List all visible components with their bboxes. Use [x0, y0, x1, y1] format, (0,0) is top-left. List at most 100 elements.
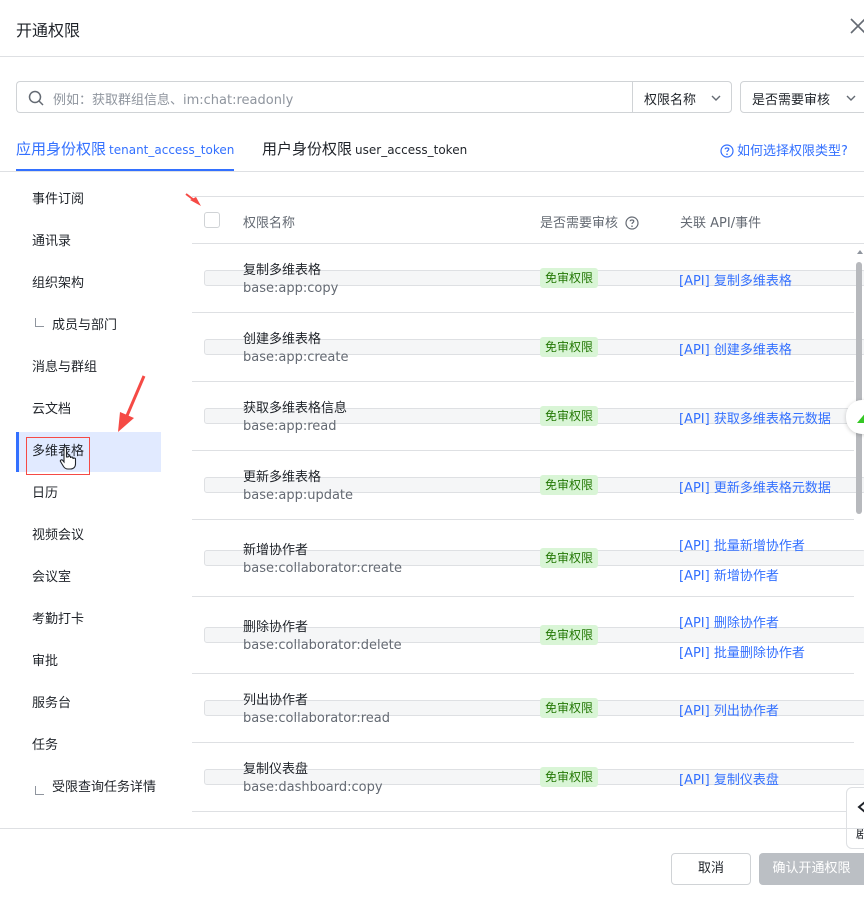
api-link[interactable]: [API] 更新多维表格元数据 — [679, 477, 831, 496]
cancel-button[interactable]: 取消 — [671, 853, 751, 885]
sidebar-item-label: 日历 — [32, 486, 59, 501]
api-link[interactable]: [API] 获取多维表格元数据 — [679, 408, 831, 427]
sidebar-item-contacts[interactable]: 通讯录 — [16, 222, 161, 262]
table-row: 新增协作者 base:collaborator:create 免审权限 [API… — [192, 520, 864, 597]
api-link[interactable]: [API] 复制仪表盘 — [679, 769, 779, 788]
sidebar-item-events[interactable]: 事件订阅 — [16, 180, 161, 220]
permission-name: 获取多维表格信息 — [243, 401, 348, 416]
permission-name: 删除协作者 — [243, 620, 309, 635]
help-link[interactable]: 如何选择权限类型? — [720, 140, 848, 159]
dialog-title: 开通权限 — [16, 21, 81, 40]
sidebar-item-meeting-room[interactable]: 会议室 — [16, 558, 161, 598]
permission-code: base:app:create — [243, 350, 349, 365]
permission-name: 复制多维表格 — [243, 263, 322, 278]
table-row: 复制仪表盘 base:dashboard:copy 免审权限 [API] 复制仪… — [192, 743, 864, 812]
sidebar-item-label: 组织架构 — [32, 276, 85, 291]
tree-branch-icon — [35, 786, 44, 795]
api-link[interactable]: [API] 新增协作者 — [679, 565, 779, 584]
permission-name: 创建多维表格 — [243, 332, 322, 347]
permission-code: base:app:copy — [243, 281, 339, 296]
close-icon[interactable] — [848, 16, 864, 36]
mouse-pointer-icon — [59, 446, 77, 470]
status-badge: 免审权限 — [540, 406, 599, 426]
sidebar-item-calendar[interactable]: 日历 — [16, 474, 161, 514]
status-badge: 免审权限 — [540, 475, 599, 495]
sidebar-item-task-details[interactable]: 受限查询任务详情 — [16, 774, 161, 820]
question-icon[interactable] — [625, 216, 639, 230]
status-badge: 免审权限 — [540, 337, 599, 357]
sidebar-item-members[interactable]: 成员与部门 — [16, 306, 161, 346]
sidebar-item-label: 会议室 — [32, 570, 72, 585]
table-row: 创建多维表格 base:app:create 免审权限 [API] 创建多维表格 — [192, 313, 864, 382]
sidebar-item-docs[interactable]: 云文档 — [16, 390, 161, 430]
filter-permission-name[interactable]: 权限名称 — [632, 81, 732, 113]
api-link[interactable]: [API] 创建多维表格 — [679, 339, 792, 358]
permission-name: 复制仪表盘 — [243, 762, 309, 777]
chevron-down-icon — [711, 95, 721, 101]
permission-code: base:dashboard:copy — [243, 780, 383, 795]
permission-code: base:app:read — [243, 419, 337, 434]
table-header: 权限名称 是否需要审核 关联 API/事件 — [192, 196, 864, 244]
category-sidebar: 事件订阅 通讯录 组织架构 成员与部门 消息与群组 云文档 多维表格 日历 视频… — [16, 180, 176, 828]
tab-user-access[interactable]: 用户身份权限 user_access_token — [262, 138, 467, 159]
status-badge: 免审权限 — [540, 767, 599, 787]
sidebar-item-approval[interactable]: 审批 — [16, 642, 161, 682]
header-api: 关联 API/事件 — [680, 216, 762, 231]
permission-name: 新增协作者 — [243, 543, 309, 558]
scrollbar-thumb[interactable] — [856, 262, 862, 514]
sidebar-item-helpdesk[interactable]: 服务台 — [16, 684, 161, 724]
chevron-left-icon — [857, 801, 864, 813]
filter-review-label: 是否需要审核 — [752, 93, 831, 108]
table-row: 获取多维表格信息 base:app:read 免审权限 [API] 获取多维表格… — [192, 382, 864, 451]
search-placeholder: 例如：获取群组信息、im:chat:readonly — [53, 93, 294, 108]
status-badge: 免审权限 — [540, 698, 599, 718]
dialog-header: 开通权限 — [0, 0, 864, 57]
permission-code: base:collaborator:delete — [243, 638, 402, 653]
tab-tenant-access[interactable]: 应用身份权限 tenant_access_token — [16, 138, 234, 159]
search-icon — [28, 90, 44, 106]
sidebar-item-label: 成员与部门 — [52, 318, 118, 333]
confirm-button[interactable]: 确认开通权限 — [759, 853, 864, 885]
header-review-label: 是否需要审核 — [540, 216, 619, 231]
status-badge: 免审权限 — [540, 625, 599, 645]
filter-review[interactable]: 是否需要审核 — [740, 81, 864, 113]
tree-branch-icon — [35, 318, 44, 327]
sidebar-item-messages[interactable]: 消息与群组 — [16, 348, 161, 388]
tab-sub-label: tenant_access_token — [109, 143, 235, 157]
api-link[interactable]: [API] 删除协作者 — [679, 612, 779, 631]
permission-name: 更新多维表格 — [243, 470, 322, 485]
sidebar-item-label: 视频会议 — [32, 528, 85, 543]
sidebar-item-video-meeting[interactable]: 视频会议 — [16, 516, 161, 556]
table-row: 更新多维表格 base:app:update 免审权限 [API] 更新多维表格… — [192, 451, 864, 520]
table-row: 复制多维表格 base:app:copy 免审权限 [API] 复制多维表格 — [192, 244, 864, 313]
api-link[interactable]: [API] 列出协作者 — [679, 700, 779, 719]
sidebar-item-label: 考勤打卡 — [32, 612, 85, 627]
dialog-footer: 取消 确认开通权限 — [0, 828, 864, 897]
status-badge: 免审权限 — [540, 548, 599, 568]
sidebar-item-label: 事件订阅 — [32, 192, 85, 207]
sidebar-item-label: 受限查询任务详情 — [52, 780, 157, 795]
filter-permission-name-label: 权限名称 — [644, 93, 697, 108]
api-link[interactable]: [API] 批量删除协作者 — [679, 642, 805, 661]
sidebar-item-tasks[interactable]: 任务 — [16, 726, 161, 766]
permission-name: 列出协作者 — [243, 693, 309, 708]
sidebar-item-label: 消息与群组 — [32, 360, 98, 375]
active-tab-underline — [16, 169, 234, 171]
select-all-checkbox[interactable] — [204, 212, 220, 228]
sidebar-item-org[interactable]: 组织架构 — [16, 264, 161, 304]
table-row: 列出协作者 base:collaborator:read 免审权限 [API] … — [192, 674, 864, 743]
play-icon — [857, 414, 864, 423]
tab-label: 用户身份权限 — [262, 140, 353, 158]
permission-code: base:collaborator:create — [243, 561, 402, 576]
chevron-down-icon — [846, 95, 856, 101]
sidebar-item-label: 审批 — [32, 654, 59, 669]
search-input[interactable]: 例如：获取群组信息、im:chat:readonly — [16, 81, 633, 113]
tab-label: 应用身份权限 — [16, 140, 107, 158]
sidebar-item-label: 通讯录 — [32, 234, 72, 249]
permission-code: base:app:update — [243, 488, 354, 503]
api-link[interactable]: [API] 复制多维表格 — [679, 270, 792, 289]
api-link[interactable]: [API] 批量新增协作者 — [679, 535, 805, 554]
sidebar-item-attendance[interactable]: 考勤打卡 — [16, 600, 161, 640]
help-link-text: 如何选择权限类型? — [737, 144, 848, 159]
scroll-up-icon[interactable] — [856, 248, 864, 256]
